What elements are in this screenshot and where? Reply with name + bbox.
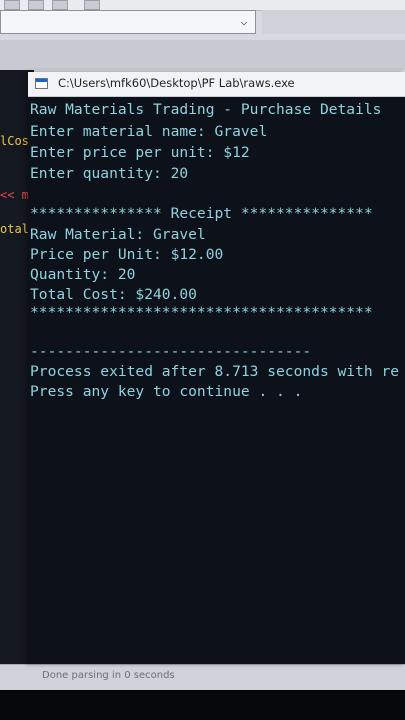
console-line: Enter price per unit: $12 (30, 144, 250, 161)
window-title: C:\Users\mfk60\Desktop\PF Lab\raws.exe (58, 76, 295, 90)
ide-tab-strip (0, 40, 405, 70)
desk-background (0, 690, 405, 720)
status-text: Done parsing in 0 seconds (42, 670, 175, 681)
console-line: Enter quantity: 20 (30, 165, 189, 182)
toolbar-area (262, 10, 405, 34)
console-line: Raw Material: Gravel (30, 226, 206, 243)
console-line: Raw Materials Trading - Purchase Details (30, 101, 382, 118)
console-line: Press any key to continue . . . (30, 383, 303, 400)
status-bar: Done parsing in 0 seconds (0, 664, 405, 691)
chevron-down-icon[interactable]: ⌵ (237, 14, 251, 30)
console-line: *************************************** (30, 304, 373, 321)
toolbar-icon[interactable] (84, 0, 100, 10)
console-line: Price per Unit: $12.00 (30, 246, 224, 263)
toolbar-icon[interactable] (28, 0, 44, 10)
console-window[interactable]: C:\Users\mfk60\Desktop\PF Lab\raws.exe R… (28, 72, 405, 664)
code-fragment: lCos (0, 134, 29, 148)
console-line: -------------------------------- (30, 343, 312, 360)
console-titlebar[interactable]: C:\Users\mfk60\Desktop\PF Lab\raws.exe (28, 72, 405, 97)
function-dropdown[interactable]: ⌵ (0, 10, 256, 34)
console-line: Enter material name: Gravel (30, 123, 268, 140)
console-line: Quantity: 20 (30, 266, 136, 283)
console-line: *************** Receipt *************** (30, 205, 373, 222)
toolbar-icon[interactable] (52, 0, 68, 10)
console-app-icon (35, 78, 48, 89)
console-line: Total Cost: $240.00 (30, 286, 197, 303)
console-line: Process exited after 8.713 seconds with … (30, 363, 400, 380)
toolbar-icon[interactable] (4, 0, 20, 10)
